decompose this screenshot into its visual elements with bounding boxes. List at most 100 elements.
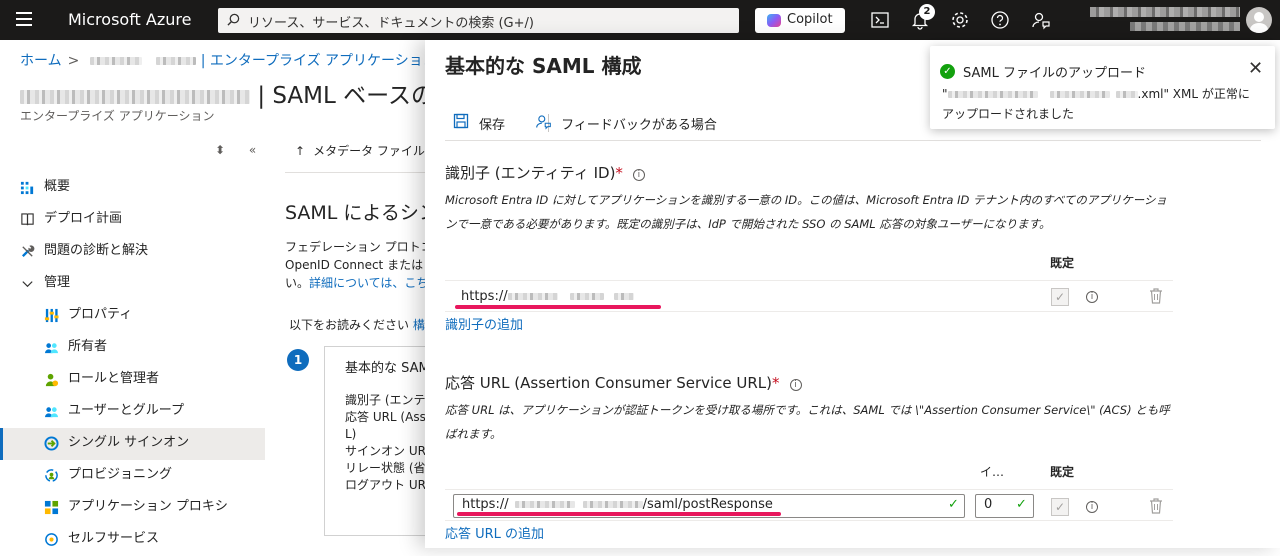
sidebar-item-properties[interactable]: プロパティ	[0, 300, 265, 332]
save-label: 保存	[479, 118, 506, 133]
card-line: リレー状態 (省	[345, 461, 425, 475]
card-line: ログアウト URL	[345, 478, 425, 492]
sidebar-item-single-sign-on[interactable]: シングル サインオン	[0, 428, 265, 460]
sidebar-item-label: 管理	[44, 275, 71, 290]
index-value: 0	[984, 497, 993, 512]
reply-url-index-input[interactable]: 0 ✓	[975, 494, 1034, 518]
valid-checkmark-icon: ✓	[1016, 497, 1027, 512]
sidebar-item-self-service[interactable]: セルフサービス	[0, 524, 265, 556]
sidebar-item-label: デプロイ計画	[44, 211, 123, 226]
identifier-default-checkbox[interactable]: ✓	[1051, 288, 1069, 306]
help-question-icon[interactable]	[990, 10, 1010, 30]
reply-url-section-title: 応答 URL (Assertion Consumer Service URL)*…	[445, 372, 802, 393]
sso-description-line: OpenID Connect または	[285, 258, 424, 272]
valid-checkmark-icon: ✓	[948, 497, 959, 512]
sidebar-item-label: ロールと管理者	[68, 371, 160, 386]
breadcrumb-home[interactable]: ホーム	[20, 53, 62, 69]
learn-more-link[interactable]: 詳細については、こちら	[309, 276, 425, 290]
card-line: 識別子 (エンテ	[345, 393, 425, 407]
redacted-text	[514, 501, 575, 508]
sidebar-item-provisioning[interactable]: プロビジョニング	[0, 460, 265, 492]
upload-metadata-button[interactable]: ↑ メタデータ ファイルを	[295, 142, 425, 159]
feedback-person-icon[interactable]	[1031, 10, 1051, 30]
delete-trash-icon[interactable]	[1149, 498, 1163, 514]
sso-icon	[44, 436, 59, 451]
add-identifier-link[interactable]: 識別子の追加	[445, 314, 523, 333]
feedback-button[interactable]: フィードバックがある場合	[535, 114, 717, 133]
sidebar-item-label: プロパティ	[68, 307, 133, 322]
collapse-sidebar-icon[interactable]: «	[249, 143, 256, 157]
search-icon	[227, 13, 240, 26]
index-header: イ…	[980, 465, 1005, 479]
redacted-text	[569, 293, 604, 300]
sidebar-item-users-groups[interactable]: ユーザーとグループ	[0, 396, 265, 428]
reply-url-title: 応答 URL (Assertion Consumer Service URL)	[445, 374, 773, 392]
save-button[interactable]: 保存	[453, 113, 506, 133]
card-line: サインオン URL	[345, 444, 425, 458]
breadcrumb-enterprise-apps[interactable]: | エンタープライズ アプリケーション	[201, 53, 437, 69]
sso-main-content: ↑ メタデータ ファイルを SAML によるシン フェデレーション プロトコル O…	[265, 130, 425, 548]
sidebar-nav: 概要 デプロイ計画 問題の診断と解決 管理 プロパティ 所有者 ロールと管理者 …	[0, 172, 265, 556]
sso-heading: SAML によるシン	[285, 202, 425, 224]
toast-message-prefix: "	[942, 87, 948, 101]
cloud-shell-icon[interactable]	[870, 10, 890, 30]
sidebar-item-owners[interactable]: 所有者	[0, 332, 265, 364]
copilot-button[interactable]: Copilot	[755, 8, 845, 33]
user-avatar[interactable]	[1246, 7, 1272, 33]
info-icon[interactable]: i	[1086, 291, 1098, 303]
required-marker: *	[772, 374, 780, 392]
close-icon[interactable]: ✕	[1248, 58, 1263, 79]
save-icon	[453, 113, 469, 129]
info-icon[interactable]: i	[1086, 501, 1098, 513]
annotation-underline	[457, 512, 781, 516]
provisioning-icon	[45, 469, 58, 482]
add-reply-url-link[interactable]: 応答 URL の追加	[445, 523, 544, 542]
hamburger-menu-icon[interactable]	[16, 12, 32, 26]
sidebar-item-deployment-plan[interactable]: デプロイ計画	[0, 204, 265, 236]
reply-url-prefix: https://	[462, 497, 509, 512]
breadcrumb: ホーム > | エンタープライズ アプリケーション	[20, 53, 437, 69]
app-proxy-icon	[44, 500, 59, 515]
card-line: 応答 URL (Ass	[345, 410, 425, 424]
sidebar-item-app-proxy[interactable]: アプリケーション プロキシ	[0, 492, 265, 524]
reply-url-default-checkbox[interactable]: ✓	[1051, 498, 1069, 516]
sidebar-item-roles-admins[interactable]: ロールと管理者	[0, 364, 265, 396]
global-search-input[interactable]: リソース、サービス、ドキュメントの検索 (G+/)	[218, 8, 739, 33]
success-check-icon: ✓	[940, 64, 955, 79]
redacted-text	[507, 293, 558, 300]
identifier-value[interactable]: https://	[461, 289, 634, 304]
page-title: | SAML ベースの	[20, 76, 434, 110]
sso-description-text: い。	[285, 276, 310, 290]
toast-title: SAML ファイルのアップロード	[963, 66, 1146, 81]
panel-toolbar: 保存 フィードバックがある場合	[453, 113, 743, 133]
page-subtitle: エンタープライズ アプリケーション	[20, 109, 215, 123]
reply-url-description: 応答 URL は、アプリケーションが認証トークンを受け取る場所です。これは、SA…	[445, 403, 1170, 441]
account-info-redacted[interactable]	[1078, 6, 1240, 34]
card-title: 基本的な SAM	[345, 361, 425, 376]
reply-url-row: https:// /saml/postResponse ✓ 0 ✓ ✓ i	[445, 489, 1173, 521]
delete-trash-icon[interactable]	[1149, 288, 1163, 304]
sidebar-group-manage[interactable]: 管理	[0, 268, 265, 300]
identifier-value-prefix: https://	[461, 289, 508, 304]
redacted-text	[613, 293, 634, 300]
sidebar-item-label: セルフサービス	[68, 531, 160, 546]
info-icon[interactable]: i	[789, 379, 802, 391]
upload-icon: ↑	[295, 144, 306, 158]
required-marker: *	[615, 164, 623, 182]
settings-gear-icon[interactable]	[950, 10, 970, 30]
sidebar-item-diagnose-solve[interactable]: 問題の診断と解決	[0, 236, 265, 268]
chevron-down-icon	[22, 281, 33, 288]
sidebar-item-overview[interactable]: 概要	[0, 172, 265, 204]
portal-brand[interactable]: Microsoft Azure	[68, 10, 191, 29]
identifier-title: 識別子 (エンティティ ID)	[445, 164, 616, 182]
upload-success-toast: ✓ SAML ファイルのアップロード ✕ " .xml" XML が正常にアップロ…	[930, 46, 1275, 129]
reply-url-suffix: /saml/postResponse	[642, 497, 773, 512]
toolbar-divider-line	[445, 140, 1261, 141]
sidebar-item-label: プロビジョニング	[68, 467, 173, 482]
top-bar: Microsoft Azure リソース、サービス、ドキュメントの検索 (G+/…	[0, 0, 1280, 40]
sidebar-item-label: アプリケーション プロキシ	[68, 499, 228, 514]
notification-count-badge: 2	[919, 4, 935, 20]
info-icon[interactable]: i	[632, 169, 645, 181]
configure-link[interactable]: 構成	[413, 318, 425, 332]
sort-toggle-icon[interactable]: ⬍	[215, 143, 225, 157]
